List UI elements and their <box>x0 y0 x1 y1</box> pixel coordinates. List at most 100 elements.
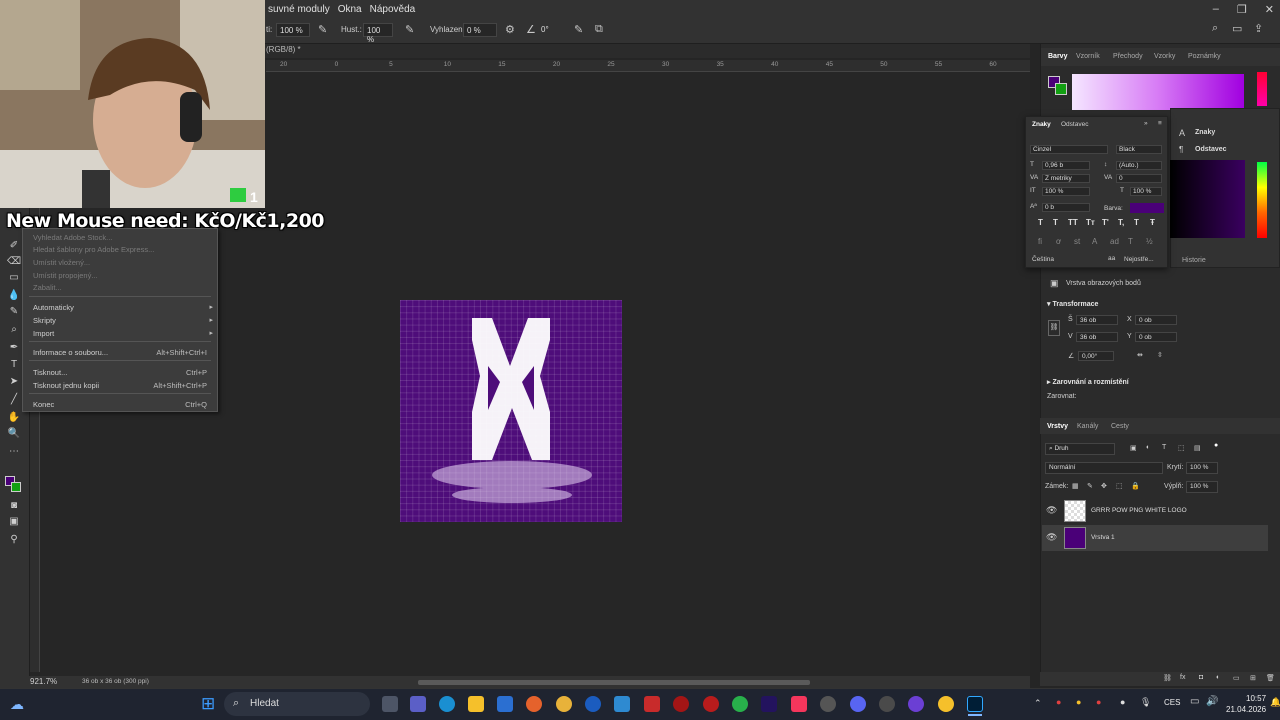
screen-mode-icon[interactable]: ▣ <box>7 516 21 528</box>
dock-item-character[interactable]: Znaky <box>1195 129 1215 136</box>
layer-row[interactable]: 👁 Vrstva 1 <box>1042 525 1268 551</box>
lock-position-icon[interactable]: ✥ <box>1101 482 1107 490</box>
weather-icon[interactable]: ☁ <box>10 696 24 713</box>
strikethrough-icon[interactable]: Ŧ <box>1150 218 1155 227</box>
defender-icon[interactable] <box>614 696 630 712</box>
apple-music-icon[interactable] <box>791 696 807 712</box>
eraser-tool-icon[interactable]: ⌫ <box>7 256 21 268</box>
app-icon-gray[interactable] <box>820 696 836 712</box>
discord-icon[interactable] <box>850 696 866 712</box>
tab-character[interactable]: Znaky <box>1032 121 1051 128</box>
link-dimensions-icon[interactable]: ⛓ <box>1048 320 1060 336</box>
antialias-select[interactable]: Nejostře... <box>1124 256 1154 263</box>
collapse-icon[interactable]: » <box>1144 120 1148 127</box>
faux-bold-icon[interactable]: T <box>1038 218 1043 227</box>
filter-adjustment-icon[interactable]: ◐ <box>1146 444 1150 451</box>
path-select-tool-icon[interactable]: ➤ <box>7 376 21 388</box>
tab-color[interactable]: Barvy <box>1048 53 1067 60</box>
transform-section-title[interactable]: ▾ Transformace <box>1047 300 1098 308</box>
add-mask-icon[interactable]: ◘ <box>1199 674 1203 681</box>
obs-icon[interactable] <box>908 696 924 712</box>
edit-toolbar-icon[interactable]: ⚲ <box>7 534 21 546</box>
menu-item-place-embedded[interactable]: Umístit vložený... <box>33 258 90 267</box>
restore-icon[interactable]: ❐ <box>1237 3 1247 16</box>
menu-item-help[interactable]: Nápověda <box>366 4 420 15</box>
layer-style-icon[interactable]: fx <box>1180 674 1185 681</box>
adjustment-layer-icon[interactable]: ◐ <box>1216 674 1220 681</box>
file-explorer-icon[interactable] <box>468 696 484 712</box>
font-family-select[interactable]: Cinzel <box>1030 145 1108 154</box>
flip-horizontal-icon[interactable]: ⇹ <box>1137 351 1143 359</box>
tab-layers[interactable]: Vrstvy <box>1047 423 1068 430</box>
horizontal-scale-input[interactable]: 100 % <box>1130 187 1162 196</box>
width-input[interactable]: 36 ob <box>1076 315 1118 325</box>
settings-gear-icon[interactable] <box>879 696 895 712</box>
gear-icon[interactable]: ⚙ <box>505 23 515 36</box>
pressure-icon[interactable]: ✎ <box>574 23 583 36</box>
hue-strip[interactable] <box>1257 162 1267 238</box>
volume-icon[interactable]: 🔊 <box>1206 696 1218 707</box>
layer-filter-select[interactable]: ⌕ Druh <box>1045 443 1115 455</box>
filter-pixel-icon[interactable]: ▣ <box>1130 444 1137 452</box>
brush-tool-icon[interactable]: ✐ <box>7 240 21 252</box>
document-tab[interactable]: (RGB/8) * <box>266 45 301 54</box>
titling-icon[interactable]: ad <box>1110 237 1119 246</box>
tab-patterns[interactable]: Vzorky <box>1154 53 1175 60</box>
dock-item-paragraph[interactable]: Odstavec <box>1195 146 1227 153</box>
text-color-swatch[interactable] <box>1130 203 1164 213</box>
size-input[interactable]: 100 % <box>276 23 310 37</box>
blend-mode-select[interactable]: Normální <box>1045 462 1163 474</box>
lock-all-icon[interactable]: 🔒 <box>1131 482 1140 490</box>
underline-icon[interactable]: T <box>1134 218 1139 227</box>
tray-steam-icon[interactable]: ● <box>1120 697 1125 707</box>
angle-input[interactable]: 0° <box>538 23 566 37</box>
menu-item-automate[interactable]: Automaticky <box>33 303 74 312</box>
align-section-title[interactable]: ▸ Zarovnání a rozmístění <box>1047 378 1129 386</box>
fraction-icon[interactable]: ½ <box>1146 237 1153 246</box>
delete-layer-icon[interactable]: 🗑 <box>1266 674 1275 682</box>
new-layer-icon[interactable]: ⊞ <box>1250 674 1256 682</box>
menu-item-print-one-copy[interactable]: Tisknout jednu kopii <box>33 381 99 390</box>
menu-item-import[interactable]: Import <box>33 329 54 338</box>
small-caps-icon[interactable]: Tт <box>1086 218 1095 227</box>
menu-item-window[interactable]: Okna <box>334 4 366 15</box>
share-icon[interactable]: ⇪ <box>1254 22 1263 35</box>
font-style-select[interactable]: Black <box>1116 145 1162 154</box>
photoshop-icon[interactable] <box>967 696 983 712</box>
panel-menu-icon[interactable]: ≡ <box>1158 120 1162 127</box>
pen-tool-icon[interactable]: ✒ <box>7 342 21 354</box>
menu-item-scripts[interactable]: Skripty <box>33 316 56 325</box>
language-select[interactable]: Čeština <box>1032 256 1054 263</box>
workspace-icon[interactable]: ▭ <box>1232 22 1242 35</box>
firefox-icon[interactable] <box>526 696 542 712</box>
menu-item-search-express[interactable]: Hledat šablony pro Adobe Express... <box>33 245 154 254</box>
zoom-level[interactable]: 921.7% <box>30 677 57 686</box>
y-input[interactable]: 0 ob <box>1135 332 1177 342</box>
flip-vertical-icon[interactable]: ⇳ <box>1157 351 1163 359</box>
video-app-icon[interactable] <box>644 696 660 712</box>
menu-item-print[interactable]: Tisknout... <box>33 368 67 377</box>
vyhlazeni-input[interactable]: 0 % <box>463 23 497 37</box>
leading-input[interactable]: (Auto.) <box>1116 161 1162 170</box>
menu-item-exit[interactable]: Konec <box>33 400 54 409</box>
menu-item-package[interactable]: Zabalit... <box>33 283 62 292</box>
menu-item-place-linked[interactable]: Umístit propojený... <box>33 271 98 280</box>
brush-pressure-icon[interactable]: ✎ <box>318 23 327 36</box>
lock-artboard-icon[interactable]: ⬚ <box>1116 482 1123 490</box>
opacity-input[interactable]: 100 % <box>1186 462 1218 474</box>
app-icon-yellow[interactable] <box>938 696 954 712</box>
ordinal-icon[interactable]: T <box>1128 237 1133 246</box>
tray-app-icon[interactable]: ● <box>1056 697 1061 707</box>
minimize-icon[interactable]: – <box>1213 3 1219 15</box>
height-input[interactable]: 36 ob <box>1076 332 1118 342</box>
windows-start-icon[interactable]: ⊞ <box>201 694 215 714</box>
copilot-icon[interactable] <box>585 696 601 712</box>
document-canvas[interactable] <box>400 300 622 522</box>
taskbar-search[interactable] <box>224 692 370 716</box>
blur-tool-icon[interactable]: 💧 <box>7 290 21 302</box>
subscript-icon[interactable]: T, <box>1118 218 1124 227</box>
hust-input[interactable]: 100 % <box>363 23 393 44</box>
layer-name[interactable]: Vrstva 1 <box>1091 534 1115 541</box>
show-hidden-icons-icon[interactable]: ⌃ <box>1034 698 1042 709</box>
color-picker-field[interactable] <box>1170 160 1245 238</box>
